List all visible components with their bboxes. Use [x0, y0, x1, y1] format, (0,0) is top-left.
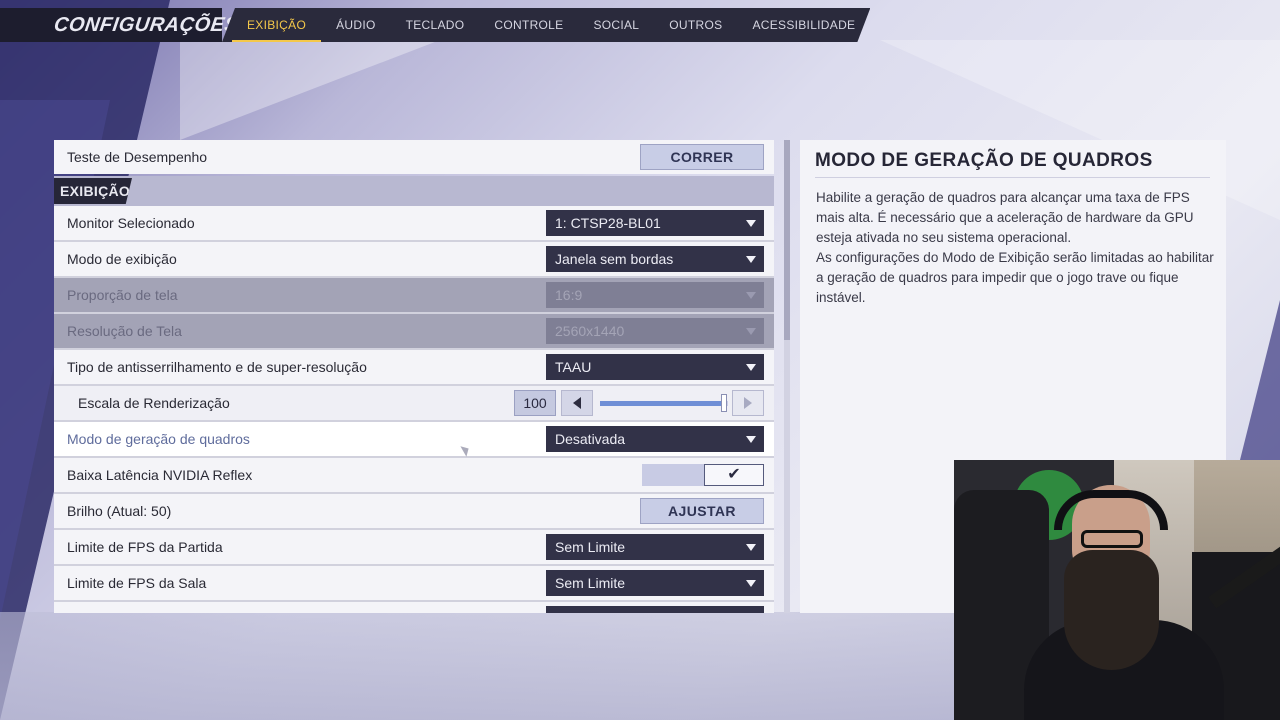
decrease-button[interactable] — [561, 390, 593, 416]
section-title: EXIBIÇÃO — [54, 178, 132, 204]
setting-label: Teste de Desempenho — [67, 149, 208, 165]
section-header: EXIBIÇÃO — [54, 176, 774, 206]
info-description: Habilite a geração de quadros para alcan… — [816, 188, 1214, 308]
webcam-person-beard — [1064, 550, 1159, 670]
tab-controller[interactable]: CONTROLE — [479, 8, 578, 42]
setting-row-frame-generation: Modo de geração de quadros Desativada — [54, 422, 774, 456]
chevron-down-icon — [746, 580, 756, 587]
settings-list: Teste de Desempenho CORRER EXIBIÇÃO Moni… — [54, 140, 774, 613]
render-scale-value: 100 — [514, 390, 556, 416]
tab-audio[interactable]: ÁUDIO — [321, 8, 391, 42]
setting-row-antialiasing: Tipo de antisserrilhamento e de super-re… — [54, 350, 774, 384]
setting-label: Modo de exibição — [67, 251, 177, 267]
dropdown-value: TAAU — [555, 359, 592, 375]
background-shape — [0, 612, 960, 720]
setting-row-display-mode: Modo de exibição Janela sem bordas — [54, 242, 774, 276]
aspect-ratio-dropdown: 16:9 — [546, 282, 764, 308]
chevron-down-icon — [746, 364, 756, 371]
setting-label: Monitor Selecionado — [67, 215, 195, 231]
setting-row-monitor: Monitor Selecionado 1: CTSP28-BL01 — [54, 206, 774, 240]
setting-row-fps-lobby: Limite de FPS da Sala Sem Limite — [54, 566, 774, 600]
dropdown-value: 16:9 — [555, 287, 583, 303]
dropdown-value: Sem Limite — [555, 575, 626, 591]
arrow-left-icon — [573, 397, 581, 409]
setting-label: Baixa Latência NVIDIA Reflex — [67, 467, 253, 483]
tab-accessibility[interactable]: ACESSIBILIDADE — [737, 8, 870, 42]
setting-row-benchmark: Teste de Desempenho CORRER — [54, 140, 774, 174]
info-paragraph: Habilite a geração de quadros para alcan… — [816, 190, 1194, 245]
tab-bar: EXIBIÇÃO ÁUDIO TECLADO CONTROLE SOCIAL O… — [222, 8, 871, 42]
partial-dropdown[interactable] — [546, 606, 764, 613]
background-shape — [1240, 300, 1280, 460]
webcam-overlay — [954, 460, 1280, 720]
adjust-brightness-button[interactable]: AJUSTAR — [640, 498, 764, 524]
arrow-right-icon — [744, 397, 752, 409]
toggle-off-segment[interactable] — [642, 464, 704, 486]
setting-row-fps-match: Limite de FPS da Partida Sem Limite — [54, 530, 774, 564]
frame-generation-dropdown[interactable]: Desativada — [546, 426, 764, 452]
setting-row-brightness: Brilho (Atual: 50) AJUSTAR — [54, 494, 774, 528]
reflex-toggle[interactable]: ✔ — [642, 464, 764, 486]
chevron-down-icon — [746, 220, 756, 227]
tab-others[interactable]: OUTROS — [654, 8, 737, 42]
background-shape — [180, 40, 440, 140]
glasses-icon — [1081, 530, 1143, 548]
page-title: CONFIGURAÇÕES — [52, 13, 240, 36]
setting-label: Escala de Renderização — [78, 395, 230, 411]
run-benchmark-button[interactable]: CORRER — [640, 144, 764, 170]
increase-button[interactable] — [732, 390, 764, 416]
render-scale-slider[interactable] — [600, 390, 728, 416]
top-bar: CONFIGURAÇÕES EXIBIÇÃO ÁUDIO TECLADO CON… — [0, 8, 871, 42]
chevron-down-icon — [746, 436, 756, 443]
setting-label: Brilho (Atual: 50) — [67, 503, 172, 519]
fps-match-dropdown[interactable]: Sem Limite — [546, 534, 764, 560]
scrollbar-thumb[interactable] — [784, 140, 790, 340]
display-mode-dropdown[interactable]: Janela sem bordas — [546, 246, 764, 272]
chevron-down-icon — [746, 256, 756, 263]
tab-social[interactable]: SOCIAL — [578, 8, 654, 42]
chevron-down-icon — [746, 328, 756, 335]
setting-row-reflex: Baixa Latência NVIDIA Reflex ✔ — [54, 458, 774, 492]
info-divider — [815, 177, 1210, 178]
setting-row-resolution: Resolução de Tela 2560x1440 — [54, 314, 774, 348]
dropdown-value: Desativada — [555, 431, 626, 447]
fps-lobby-dropdown[interactable]: Sem Limite — [546, 570, 764, 596]
setting-row-partial — [54, 602, 774, 613]
setting-label: Resolução de Tela — [67, 323, 182, 339]
slider-fill — [600, 401, 725, 406]
setting-row-render-scale: Escala de Renderização 100 — [54, 386, 774, 420]
chevron-down-icon — [746, 292, 756, 299]
tab-keyboard[interactable]: TECLADO — [391, 8, 480, 42]
info-title: MODO DE GERAÇÃO DE QUADROS — [815, 150, 1153, 171]
toggle-on-segment[interactable]: ✔ — [704, 464, 764, 486]
dropdown-value: 2560x1440 — [555, 323, 625, 339]
title-block: CONFIGURAÇÕES — [0, 8, 240, 42]
setting-label: Limite de FPS da Partida — [67, 539, 223, 555]
tab-display[interactable]: EXIBIÇÃO — [232, 8, 322, 42]
setting-label: Limite de FPS da Sala — [67, 575, 207, 591]
antialiasing-dropdown[interactable]: TAAU — [546, 354, 764, 380]
dropdown-value: Janela sem bordas — [555, 251, 674, 267]
setting-label: Tipo de antisserrilhamento e de super-re… — [67, 359, 367, 375]
setting-row-aspect-ratio: Proporção de tela 16:9 — [54, 278, 774, 312]
dropdown-value: 1: CTSP28-BL01 — [555, 215, 661, 231]
setting-label: Modo de geração de quadros — [67, 431, 250, 447]
slider-thumb[interactable] — [721, 394, 728, 412]
chevron-down-icon — [746, 544, 756, 551]
dropdown-value: Sem Limite — [555, 539, 626, 555]
monitor-dropdown[interactable]: 1: CTSP28-BL01 — [546, 210, 764, 236]
resolution-dropdown: 2560x1440 — [546, 318, 764, 344]
settings-scrollbar[interactable] — [784, 140, 790, 613]
check-icon: ✔ — [727, 466, 741, 483]
info-paragraph: As configurações do Modo de Exibição ser… — [816, 250, 1214, 305]
setting-label: Proporção de tela — [67, 287, 178, 303]
